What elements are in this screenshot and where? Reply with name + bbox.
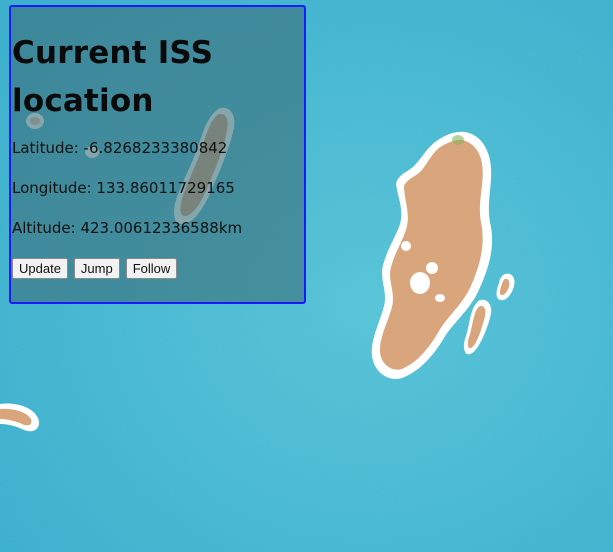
latitude-text: Latitude: -6.8268233380842 <box>12 139 228 157</box>
altitude-text: Altitude: 423.00612336588km <box>12 219 243 237</box>
longitude-text: Longitude: 133.86011729165 <box>12 179 235 197</box>
iss-info-panel: Current ISS location Latitude: -6.826823… <box>9 5 306 304</box>
jump-button[interactable]: Jump <box>73 258 120 279</box>
follow-button[interactable]: Follow <box>125 258 178 279</box>
page-title: Current ISS location <box>12 35 214 119</box>
button-row: Update Jump Follow <box>12 258 304 279</box>
update-button[interactable]: Update <box>12 258 68 279</box>
